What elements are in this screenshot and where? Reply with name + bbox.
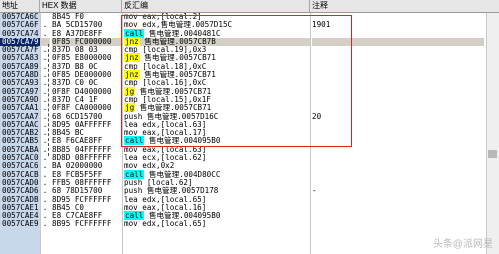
row-disasm: mov edx,[local.65] — [124, 220, 310, 228]
header-address[interactable]: 地址 — [0, 0, 40, 12]
row-comment — [312, 179, 484, 187]
instruction-text: mov edx,[local.65] — [124, 219, 207, 229]
row-comment — [312, 154, 484, 162]
row-comment — [312, 162, 484, 170]
row-comment — [312, 196, 484, 204]
row-comment — [312, 212, 484, 220]
row-address: 0057CAE9 — [2, 219, 39, 229]
highlight-box — [121, 15, 352, 147]
watermark-text: 头条@派网星 — [432, 239, 493, 250]
table-row[interactable]: 0057CAE9. 8B95 FCFFFFFF mov edx,[local.65] — [0, 219, 486, 229]
vertical-scrollbar[interactable] — [486, 13, 499, 254]
header-comment[interactable]: 注释 — [310, 0, 499, 12]
row-comment — [312, 171, 484, 179]
row-comment — [312, 220, 484, 228]
row-hex: 8B95 FCFFFFFF — [52, 219, 112, 229]
row-marker: . — [42, 28, 48, 38]
jump-arrow-line — [48, 44, 50, 156]
row-comment: - — [312, 186, 317, 196]
header-hex[interactable]: HEX 数据 — [40, 0, 122, 12]
row-comment — [312, 204, 484, 212]
scrollbar-thumb[interactable] — [488, 150, 497, 158]
header-disasm[interactable]: 反汇编 — [122, 0, 310, 12]
row-marker: . — [42, 219, 48, 229]
